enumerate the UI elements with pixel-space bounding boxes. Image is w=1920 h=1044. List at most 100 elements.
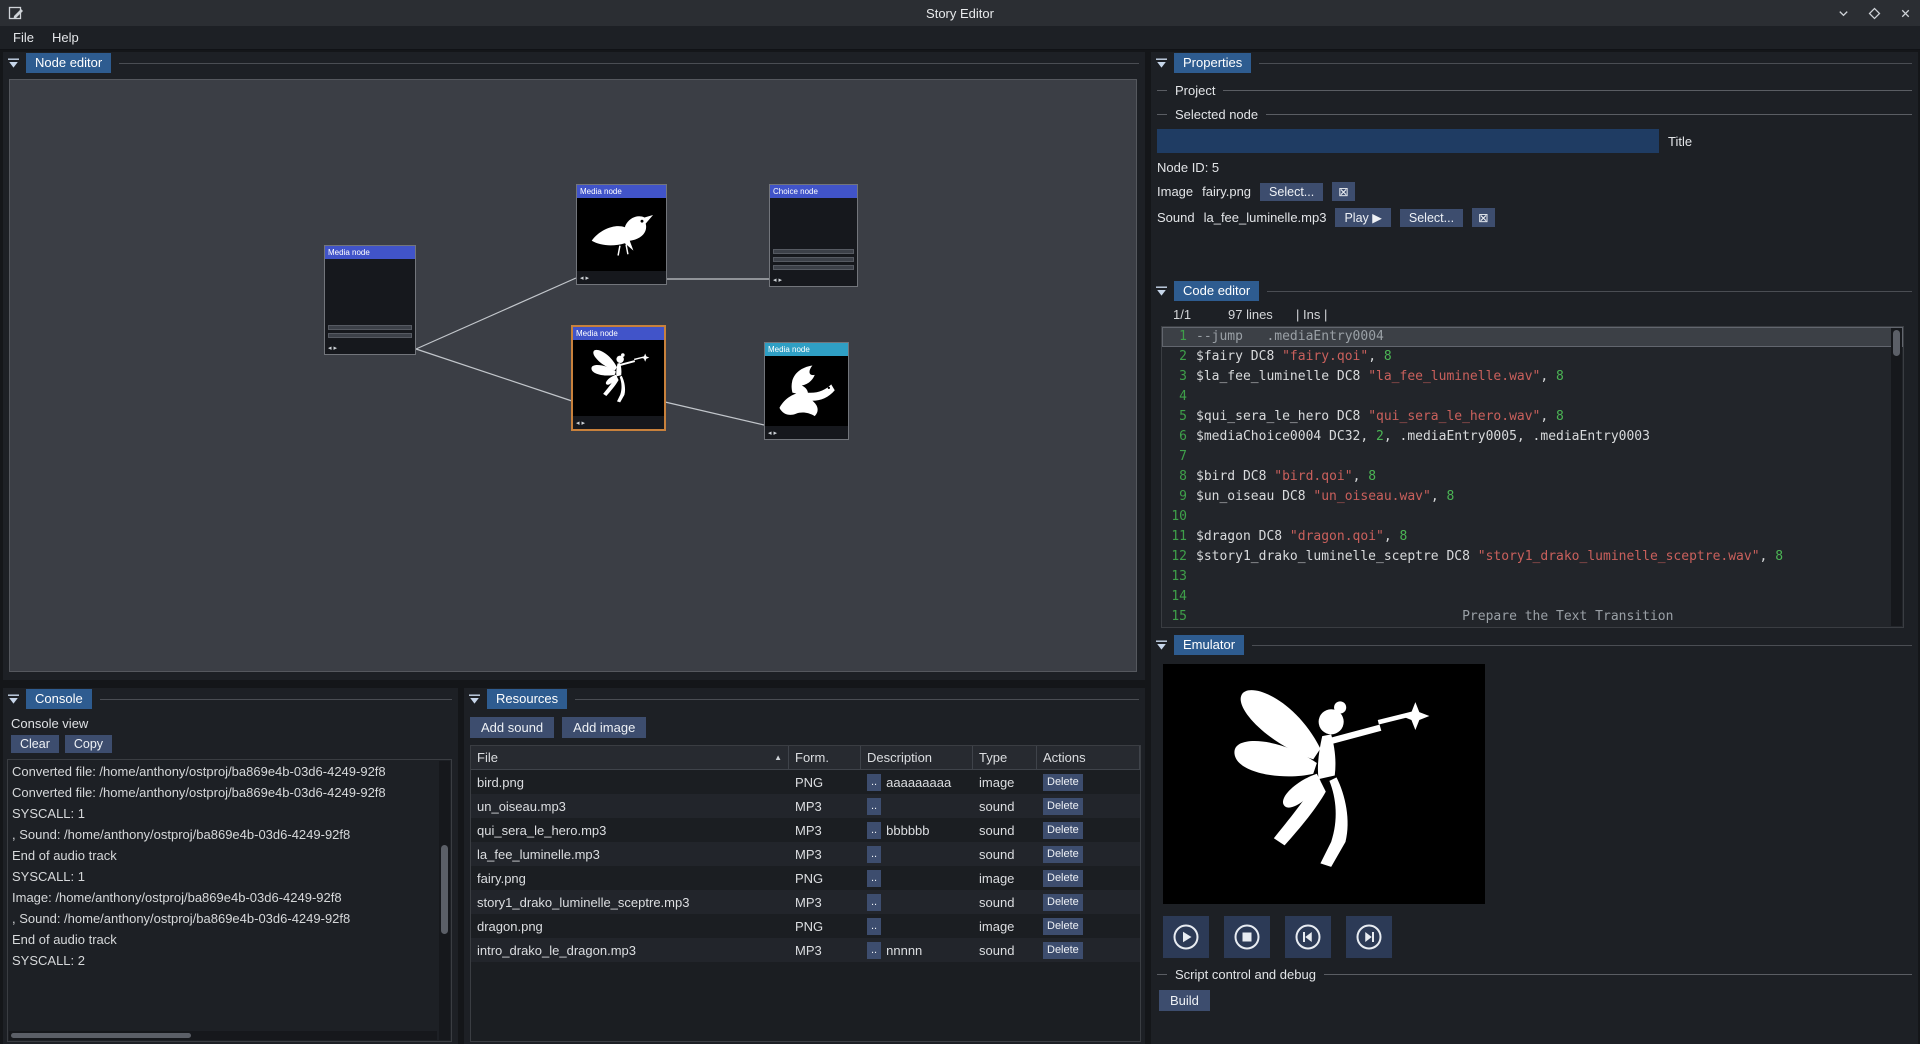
node-media-controls-icon[interactable]: ◂ ▸ xyxy=(765,426,848,439)
menu-item-help[interactable]: Help xyxy=(43,27,88,48)
select-image-button[interactable]: Select... xyxy=(1260,183,1323,201)
node-media-controls-icon[interactable]: ◂ ▸ xyxy=(770,273,857,286)
description-text: nnnnn xyxy=(886,943,922,958)
collapse-panel-icon[interactable] xyxy=(1155,58,1168,69)
column-header-description[interactable]: Description xyxy=(861,746,973,769)
delete-button[interactable]: Delete xyxy=(1043,870,1083,887)
delete-button[interactable]: Delete xyxy=(1043,822,1083,839)
code-line[interactable]: 4 xyxy=(1162,387,1903,407)
select-sound-button[interactable]: Select... xyxy=(1400,209,1463,227)
node-media-controls-icon[interactable]: ◂ ▸ xyxy=(577,271,666,284)
node-field[interactable] xyxy=(773,265,854,270)
delete-button[interactable]: Delete xyxy=(1043,918,1083,935)
delete-button[interactable]: Delete xyxy=(1043,846,1083,863)
console-vertical-scrollbar[interactable] xyxy=(439,761,450,1040)
node-field[interactable] xyxy=(328,325,412,330)
play-sound-button[interactable]: Play ▶ xyxy=(1335,208,1390,227)
node-title: Media node xyxy=(765,343,848,356)
edit-description-button[interactable]: .. xyxy=(867,798,881,815)
add-sound-button[interactable]: Add sound xyxy=(470,717,554,738)
code-line[interactable]: 12$story1_drako_luminelle_sceptre DC8 "s… xyxy=(1162,547,1903,567)
edit-description-button[interactable]: .. xyxy=(867,846,881,863)
node-media-controls-icon[interactable]: ◂ ▸ xyxy=(325,341,415,354)
header-divider xyxy=(100,699,452,700)
collapse-panel-icon[interactable] xyxy=(1155,640,1168,651)
console-horizontal-scrollbar[interactable] xyxy=(9,1031,437,1040)
code-area[interactable]: 1--jump .mediaEntry00042$fairy DC8 "fair… xyxy=(1161,326,1904,628)
delete-button[interactable]: Delete xyxy=(1043,942,1083,959)
collapse-panel-icon[interactable] xyxy=(468,694,481,705)
previous-button[interactable] xyxy=(1285,916,1331,958)
line-number: 10 xyxy=(1162,507,1196,527)
table-row[interactable]: qui_sera_le_hero.mp3MP3..bbbbbbsoundDele… xyxy=(471,818,1140,842)
graph-node[interactable]: Media node ◂ ▸ xyxy=(764,342,849,440)
menu-item-file[interactable]: File xyxy=(4,27,43,48)
code-line[interactable]: 6$mediaChoice0004 DC32, 2, .mediaEntry00… xyxy=(1162,427,1903,447)
table-row[interactable]: story1_drako_luminelle_sceptre.mp3MP3..s… xyxy=(471,890,1140,914)
maximize-icon[interactable] xyxy=(1868,7,1881,20)
collapse-panel-icon[interactable] xyxy=(7,58,20,69)
code-line[interactable]: 3$la_fee_luminelle DC8 "la_fee_luminelle… xyxy=(1162,367,1903,387)
delete-button[interactable]: Delete xyxy=(1043,774,1083,791)
scrollbar-thumb[interactable] xyxy=(1893,330,1900,356)
play-button[interactable] xyxy=(1163,916,1209,958)
code-line[interactable]: 7 xyxy=(1162,447,1903,467)
code-line[interactable]: 10 xyxy=(1162,507,1903,527)
graph-node[interactable]: Media node◂ ▸ xyxy=(572,326,665,430)
edit-description-button[interactable]: .. xyxy=(867,822,881,839)
graph-node[interactable]: Media node◂ ▸ xyxy=(576,184,667,285)
table-row[interactable]: fairy.pngPNG..imageDelete xyxy=(471,866,1140,890)
code-line[interactable]: 8$bird DC8 "bird.qoi", 8 xyxy=(1162,467,1903,487)
code-text: Prepare the Text Transition xyxy=(1196,607,1673,627)
column-header-format[interactable]: Form. xyxy=(789,746,861,769)
clear-sound-button[interactable]: ⊠ xyxy=(1472,208,1494,227)
next-button[interactable] xyxy=(1346,916,1392,958)
code-line[interactable]: 13 xyxy=(1162,567,1903,587)
copy-console-button[interactable]: Copy xyxy=(65,735,112,753)
table-row[interactable]: bird.pngPNG..aaaaaaaaaimageDelete xyxy=(471,770,1140,794)
table-row[interactable]: un_oiseau.mp3MP3..soundDelete xyxy=(471,794,1140,818)
clear-console-button[interactable]: Clear xyxy=(11,735,59,753)
table-row[interactable]: la_fee_luminelle.mp3MP3..soundDelete xyxy=(471,842,1140,866)
code-line[interactable]: 1--jump .mediaEntry0004 xyxy=(1162,327,1903,347)
add-image-button[interactable]: Add image xyxy=(562,717,646,738)
collapse-panel-icon[interactable] xyxy=(7,694,20,705)
edit-description-button[interactable]: .. xyxy=(867,942,881,959)
code-line[interactable]: 15 Prepare the Text Transition xyxy=(1162,607,1903,627)
edit-description-button[interactable]: .. xyxy=(867,918,881,935)
column-header-file[interactable]: File▲ xyxy=(471,746,789,769)
delete-button[interactable]: Delete xyxy=(1043,798,1083,815)
code-line[interactable]: 11$dragon DC8 "dragon.qoi", 8 xyxy=(1162,527,1903,547)
table-row[interactable]: intro_drako_le_dragon.mp3MP3..nnnnnsound… xyxy=(471,938,1140,962)
minimize-icon[interactable] xyxy=(1837,7,1850,20)
code-vertical-scrollbar[interactable] xyxy=(1891,328,1902,626)
collapse-panel-icon[interactable] xyxy=(1155,286,1168,297)
title-input[interactable] xyxy=(1157,129,1659,153)
column-header-type[interactable]: Type xyxy=(973,746,1037,769)
delete-button[interactable]: Delete xyxy=(1043,894,1083,911)
clear-image-button[interactable]: ⊠ xyxy=(1332,182,1354,201)
code-line[interactable]: 14 xyxy=(1162,587,1903,607)
node-canvas[interactable]: Media node◂ ▸Media node◂ ▸Choice node◂ ▸… xyxy=(9,79,1137,672)
node-field[interactable] xyxy=(773,249,854,254)
code-line[interactable]: 9$un_oiseau DC8 "un_oiseau.wav", 8 xyxy=(1162,487,1903,507)
scrollbar-thumb[interactable] xyxy=(11,1033,191,1038)
scrollbar-thumb[interactable] xyxy=(441,845,448,934)
graph-node[interactable]: Media node◂ ▸ xyxy=(324,245,416,355)
code-line[interactable]: 2$fairy DC8 "fairy.qoi", 8 xyxy=(1162,347,1903,367)
table-row[interactable]: dragon.pngPNG..imageDelete xyxy=(471,914,1140,938)
close-icon[interactable] xyxy=(1899,7,1912,20)
code-text: $un_oiseau DC8 "un_oiseau.wav", 8 xyxy=(1196,487,1454,507)
column-header-actions[interactable]: Actions xyxy=(1037,746,1140,769)
console-log[interactable]: Converted file: /home/anthony/ostproj/ba… xyxy=(7,759,452,1042)
node-media-controls-icon[interactable]: ◂ ▸ xyxy=(573,416,664,429)
node-field[interactable] xyxy=(328,333,412,338)
code-line[interactable]: 5$qui_sera_le_hero DC8 "qui_sera_le_hero… xyxy=(1162,407,1903,427)
edit-description-button[interactable]: .. xyxy=(867,894,881,911)
stop-button[interactable] xyxy=(1224,916,1270,958)
node-field[interactable] xyxy=(773,257,854,262)
build-button[interactable]: Build xyxy=(1159,990,1210,1011)
edit-description-button[interactable]: .. xyxy=(867,774,881,791)
edit-description-button[interactable]: .. xyxy=(867,870,881,887)
graph-node[interactable]: Choice node◂ ▸ xyxy=(769,184,858,287)
